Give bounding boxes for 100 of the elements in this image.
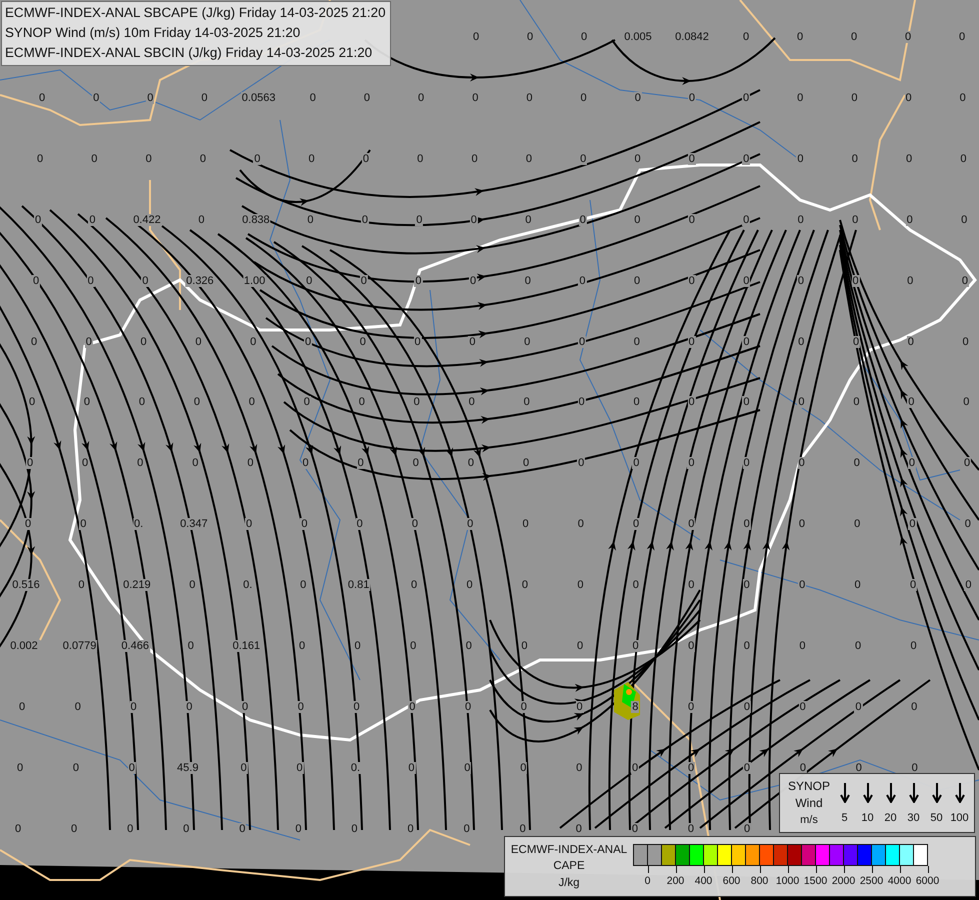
value-label: 0 bbox=[742, 31, 750, 43]
value-label: 0 bbox=[417, 92, 426, 104]
value-label: 0 bbox=[960, 214, 968, 226]
value-label: 0 bbox=[910, 700, 918, 713]
value-label: 0 bbox=[688, 336, 696, 348]
value-label: 0 bbox=[358, 336, 367, 348]
value-label: 0 bbox=[136, 457, 144, 470]
value-label: 0 bbox=[86, 274, 95, 287]
value-label: 0 bbox=[797, 396, 806, 408]
scale-label: 800 bbox=[750, 874, 768, 886]
value-label: 0 bbox=[360, 214, 369, 226]
value-label: 0 bbox=[688, 274, 696, 287]
legend-title: Wind bbox=[795, 795, 823, 812]
value-label: 0 bbox=[742, 152, 750, 165]
value-label: 0 bbox=[632, 640, 640, 652]
value-label: 0 bbox=[298, 640, 306, 652]
value-label: 0.161 bbox=[232, 640, 262, 652]
value-label: 0 bbox=[304, 336, 312, 348]
value-label: 0 bbox=[300, 518, 308, 530]
scale-label: 2500 bbox=[860, 874, 884, 886]
scale-label: 200 bbox=[666, 874, 684, 886]
value-label: 0 bbox=[350, 822, 359, 835]
value-label: 0 bbox=[74, 700, 82, 713]
value-label: 0 bbox=[520, 579, 530, 592]
value-label: 0 bbox=[18, 700, 26, 713]
value-label: 0 bbox=[688, 214, 696, 226]
value-label: 0.516 bbox=[11, 579, 41, 592]
value-label: 0 bbox=[524, 214, 532, 226]
value-label: 0 bbox=[412, 457, 420, 470]
value-label: 0 bbox=[519, 762, 528, 774]
value-label: 0 bbox=[140, 336, 148, 348]
value-label: 0 bbox=[518, 822, 527, 835]
value-label: 0 bbox=[296, 700, 305, 713]
value-label: 0 bbox=[633, 214, 642, 226]
value-label: 0 bbox=[906, 214, 914, 226]
value-label: 0 bbox=[634, 92, 642, 104]
value-label: 0 bbox=[906, 336, 915, 348]
value-label: 0 bbox=[14, 822, 22, 835]
value-label: 0 bbox=[464, 640, 473, 652]
value-label: 0 bbox=[854, 579, 862, 592]
value-label: 0 bbox=[962, 457, 972, 470]
value-label: 0 bbox=[466, 518, 474, 530]
value-label: 0 bbox=[576, 700, 584, 713]
value-label: 0 bbox=[579, 152, 588, 165]
value-label: 0 bbox=[468, 336, 476, 348]
value-label: 0.002 bbox=[9, 640, 39, 652]
value-label: 0 bbox=[958, 31, 966, 43]
value-label: 0 bbox=[688, 92, 696, 104]
value-label: 0 bbox=[24, 518, 32, 530]
value-label: 0 bbox=[248, 396, 256, 408]
value-label: 0 bbox=[412, 396, 421, 408]
value-label: 0 bbox=[796, 274, 806, 287]
value-label: 0.838 bbox=[241, 214, 271, 226]
value-label: 0 bbox=[577, 457, 586, 470]
value-label: 0 bbox=[798, 640, 806, 652]
value-label: 0. bbox=[132, 518, 144, 530]
value-label: 0 bbox=[294, 822, 302, 835]
value-label: 0 bbox=[410, 518, 420, 530]
value-label: 0 bbox=[687, 518, 696, 530]
speed-label: 100 bbox=[950, 812, 969, 824]
value-label: 0 bbox=[524, 274, 532, 287]
value-label: 0 bbox=[580, 92, 588, 104]
value-label: 0 bbox=[742, 396, 751, 408]
value-label: 0 bbox=[688, 152, 696, 165]
speed-label: 5 bbox=[841, 812, 848, 824]
value-label: 0 bbox=[687, 457, 696, 470]
value-label: 0 bbox=[852, 396, 860, 408]
value-label: 0 bbox=[687, 579, 696, 592]
legend-title: SYNOP bbox=[788, 778, 830, 795]
value-label: 0 bbox=[524, 152, 533, 165]
value-label: 0 bbox=[126, 822, 134, 835]
value-label: 0 bbox=[90, 152, 98, 165]
value-label: 0 bbox=[798, 762, 807, 774]
value-label: 0 bbox=[362, 152, 370, 165]
value-label: 0 bbox=[240, 762, 248, 774]
value-label: 0 bbox=[851, 214, 860, 226]
value-label: 0 bbox=[796, 152, 805, 165]
value-label: 0.81 bbox=[346, 579, 370, 592]
scale-label: 600 bbox=[722, 874, 740, 886]
value-label: 0 bbox=[32, 274, 40, 287]
value-label: 0.0842 bbox=[674, 31, 710, 43]
value-label: 0 bbox=[904, 31, 912, 43]
value-label: 0 bbox=[194, 336, 202, 348]
value-label: 0 bbox=[34, 214, 42, 226]
value-label: 0 bbox=[852, 457, 861, 470]
value-label: 0 bbox=[631, 762, 640, 774]
value-label: 0 bbox=[128, 762, 136, 774]
value-label: 0 bbox=[850, 152, 859, 165]
value-label: 0 bbox=[906, 274, 914, 287]
scale-label: 4000 bbox=[888, 874, 912, 886]
value-label: 0 bbox=[16, 762, 24, 774]
value-label: 0 bbox=[72, 762, 80, 774]
value-label: 0 bbox=[850, 31, 858, 43]
value-label: 0 bbox=[469, 274, 478, 287]
value-label: 0 bbox=[408, 700, 416, 713]
value-label: 0 bbox=[742, 640, 751, 652]
value-label: 0 bbox=[798, 579, 806, 592]
value-label: 0 bbox=[525, 92, 534, 104]
value-label: 0 bbox=[138, 396, 146, 408]
value-label: 0 bbox=[520, 700, 528, 713]
